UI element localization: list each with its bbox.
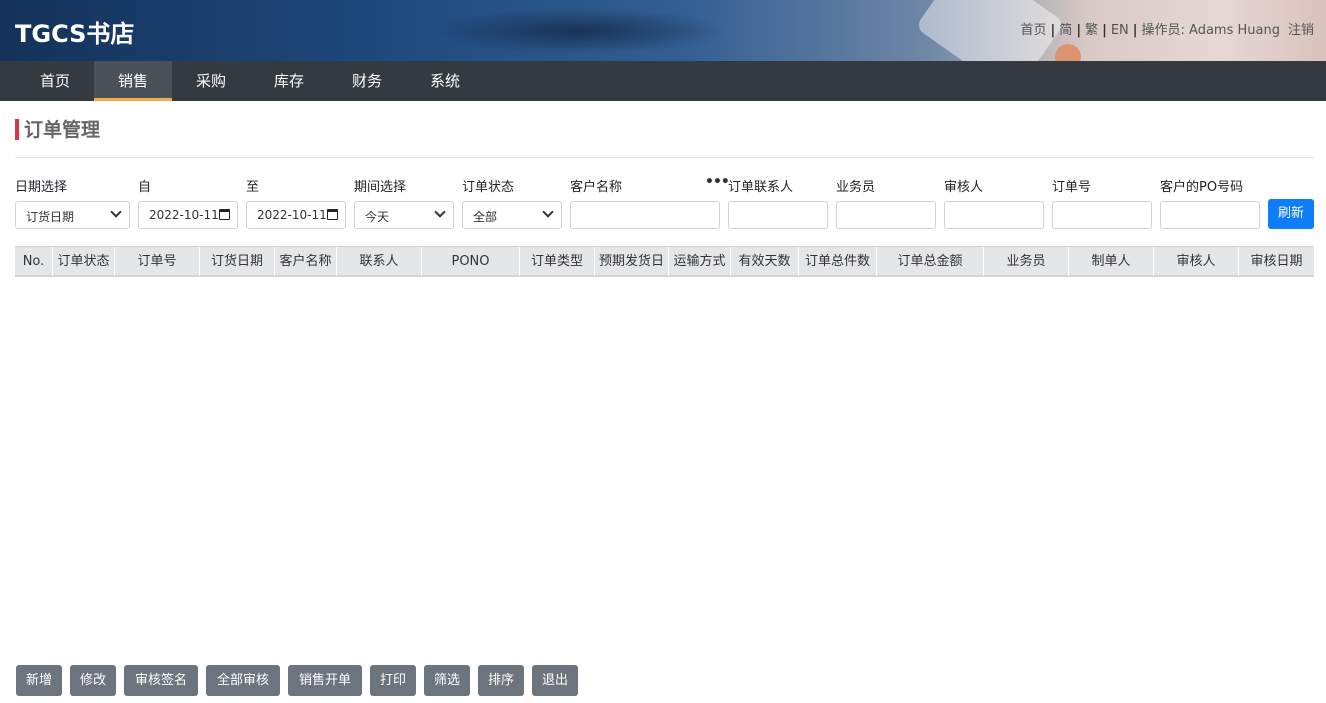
column-header[interactable]: 订单总件数 bbox=[799, 247, 877, 276]
order-no-input[interactable] bbox=[1052, 201, 1152, 229]
exit-button[interactable]: 退出 bbox=[532, 665, 578, 696]
calendar-icon[interactable] bbox=[327, 209, 338, 220]
nav-item-system[interactable]: 系统 bbox=[406, 61, 484, 101]
column-header[interactable]: 运输方式 bbox=[669, 247, 731, 276]
nav-item-home[interactable]: 首页 bbox=[16, 61, 94, 101]
date-type-value: 订货日期 bbox=[26, 210, 75, 224]
app-header: TGCS书店 首页 | 简 | 繁 | EN | 操作员: Adams Huang 注销 bbox=[0, 0, 1326, 61]
review-sign-button[interactable]: 审核签名 bbox=[124, 665, 198, 696]
traditional-chinese-link[interactable]: 繁 bbox=[1085, 23, 1098, 38]
column-header[interactable]: PONO bbox=[422, 247, 520, 276]
customer-po-label: 客户的PO号码 bbox=[1160, 180, 1244, 195]
column-header[interactable]: 订单类型 bbox=[520, 247, 595, 276]
filter-button[interactable]: 筛选 bbox=[424, 665, 470, 696]
orders-table-header: No. 订单状态 订单号 订货日期 客户名称 联系人 PONO 订单类型 预期发… bbox=[15, 246, 1314, 277]
separator: | bbox=[1076, 23, 1082, 38]
column-header[interactable]: 业务员 bbox=[984, 247, 1069, 276]
period-select[interactable]: 今天 bbox=[354, 201, 454, 229]
create-sales-invoice-button[interactable]: 销售开单 bbox=[288, 665, 362, 696]
date-to-input[interactable]: 2022-10-11 bbox=[246, 201, 346, 229]
chevron-down-icon bbox=[110, 206, 122, 218]
period-value: 今天 bbox=[365, 210, 390, 224]
reviewer-input[interactable] bbox=[944, 201, 1044, 229]
column-header[interactable]: 有效天数 bbox=[731, 247, 799, 276]
period-label: 期间选择 bbox=[354, 180, 407, 195]
column-header[interactable]: 订单号 bbox=[115, 247, 200, 276]
contact-input[interactable] bbox=[728, 201, 828, 229]
simplified-chinese-link[interactable]: 简 bbox=[1059, 23, 1072, 38]
english-link[interactable]: EN bbox=[1111, 23, 1129, 38]
contact-label: 订单联系人 bbox=[728, 180, 794, 195]
column-header[interactable]: 预期发货日 bbox=[595, 247, 669, 276]
column-header[interactable]: 客户名称 bbox=[275, 247, 337, 276]
divider bbox=[15, 157, 1314, 158]
separator: | bbox=[1050, 23, 1056, 38]
review-all-button[interactable]: 全部审核 bbox=[206, 665, 280, 696]
sort-button[interactable]: 排序 bbox=[478, 665, 524, 696]
column-header[interactable]: 制单人 bbox=[1069, 247, 1154, 276]
column-header[interactable]: 联系人 bbox=[337, 247, 422, 276]
main-nav: 首页 销售 采购 库存 财务 系统 bbox=[0, 61, 1326, 101]
refresh-button[interactable]: 刷新 bbox=[1268, 199, 1314, 229]
date-from-input[interactable]: 2022-10-11 bbox=[138, 201, 238, 229]
home-link[interactable]: 首页 bbox=[1021, 23, 1047, 38]
add-button[interactable]: 新增 bbox=[16, 665, 62, 696]
column-header[interactable]: 订单总金额 bbox=[877, 247, 984, 276]
logout-link[interactable]: 注销 bbox=[1288, 23, 1314, 38]
column-header[interactable]: 订货日期 bbox=[200, 247, 275, 276]
print-button[interactable]: 打印 bbox=[370, 665, 416, 696]
edit-button[interactable]: 修改 bbox=[70, 665, 116, 696]
salesperson-input[interactable] bbox=[836, 201, 936, 229]
nav-item-purchase[interactable]: 采购 bbox=[172, 61, 250, 101]
chevron-down-icon bbox=[434, 206, 446, 218]
operator-label: 操作员: bbox=[1141, 23, 1190, 38]
nav-item-finance[interactable]: 财务 bbox=[328, 61, 406, 101]
brand-logo[interactable]: TGCS书店 bbox=[15, 14, 134, 49]
date-from-label: 自 bbox=[138, 180, 152, 195]
customer-name-label: 客户名称 bbox=[570, 180, 623, 195]
date-type-select[interactable]: 订货日期 bbox=[15, 201, 130, 229]
header-background-shape bbox=[430, 8, 730, 54]
page-title: 订单管理 bbox=[15, 118, 100, 142]
separator: | bbox=[1102, 23, 1107, 38]
column-header[interactable]: 审核日期 bbox=[1239, 247, 1314, 276]
date-to-value: 2022-10-11 bbox=[257, 208, 327, 222]
chevron-down-icon bbox=[542, 206, 554, 218]
date-type-label: 日期选择 bbox=[15, 180, 68, 195]
order-status-label: 订单状态 bbox=[462, 180, 515, 195]
nav-item-sales[interactable]: 销售 bbox=[94, 61, 172, 101]
reviewer-label: 审核人 bbox=[944, 180, 984, 195]
calendar-icon[interactable] bbox=[219, 209, 230, 220]
top-links: 首页 | 简 | 繁 | EN | 操作员: Adams Huang 注销 bbox=[1021, 19, 1314, 38]
order-no-label: 订单号 bbox=[1052, 180, 1092, 195]
customer-po-input[interactable] bbox=[1160, 201, 1260, 229]
order-status-value: 全部 bbox=[473, 210, 498, 224]
column-header[interactable]: No. bbox=[15, 247, 53, 276]
date-to-label: 至 bbox=[246, 180, 260, 195]
operator-name: Adams Huang bbox=[1189, 23, 1280, 38]
column-header[interactable]: 审核人 bbox=[1154, 247, 1239, 276]
date-from-value: 2022-10-11 bbox=[149, 208, 219, 222]
header-background-shape bbox=[1055, 44, 1081, 61]
column-header[interactable]: 订单状态 bbox=[53, 247, 115, 276]
order-status-select[interactable]: 全部 bbox=[462, 201, 562, 229]
customer-name-input[interactable] bbox=[570, 201, 720, 229]
nav-item-inventory[interactable]: 库存 bbox=[250, 61, 328, 101]
salesperson-label: 业务员 bbox=[836, 180, 876, 195]
separator: | bbox=[1132, 23, 1138, 38]
customer-lookup-button[interactable]: ••• bbox=[705, 174, 730, 190]
